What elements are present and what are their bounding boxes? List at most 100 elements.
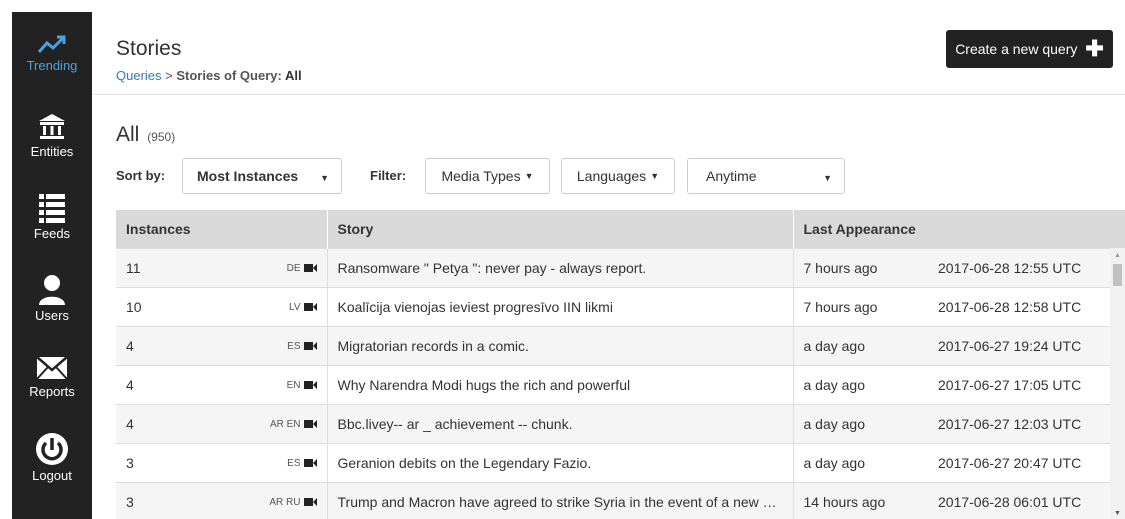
timestamp-cell: 2017-06-28 12:55 UTC [928, 247, 1125, 287]
sidebar-nav: Trending Entities Feeds Users Reports Lo… [12, 12, 92, 519]
caret-down-icon: ▼ [650, 171, 660, 181]
instances-count: 4 [126, 376, 134, 393]
video-camera-icon [303, 303, 317, 311]
time-range-value: Anytime [706, 168, 757, 184]
video-camera-icon [303, 420, 317, 428]
caret-down-icon: ▼ [524, 171, 534, 181]
sidebar-item-logout[interactable]: Logout [12, 432, 92, 483]
time-range-select[interactable]: Anytime ▼ [687, 158, 845, 194]
stories-table: Instances Story Last Appearance 11 DE Rans… [116, 210, 1125, 519]
scroll-down-arrow-icon[interactable]: ▼ [1114, 510, 1121, 517]
table-row[interactable]: 11 DE Ransomware " Petya ": never pay - al… [116, 247, 1125, 287]
instances-count: 4 [126, 415, 134, 432]
timestamp-cell: 2017-06-27 12:03 UTC [928, 403, 1125, 443]
table-scrollbar[interactable]: ▲ ▼ [1110, 248, 1125, 519]
timestamp-cell: 2017-06-27 19:24 UTC [928, 325, 1125, 365]
story-cell[interactable]: Why Narendra Modi hugs the rich and powe… [327, 364, 794, 404]
video-camera-icon [303, 342, 317, 350]
header-last-appearance[interactable]: Last Appearance [793, 210, 1125, 248]
sidebar-item-label: Feeds [33, 226, 71, 241]
chevron-down-icon: ▼ [320, 173, 329, 183]
sidebar-item-feeds[interactable]: Feeds [12, 192, 92, 241]
instances-cell: 11 DE [116, 247, 328, 287]
header-story[interactable]: Story [327, 210, 794, 248]
sidebar-item-label: Entities [30, 144, 74, 159]
languages-badge: AR RU [269, 497, 317, 508]
create-query-button[interactable]: Create a new query ✚ [946, 30, 1113, 68]
breadcrumb-current: All [284, 68, 302, 83]
stories-table-container: Instances Story Last Appearance 11 DE Rans… [116, 210, 1125, 519]
instances-count: 10 [126, 298, 142, 315]
instances-count: 11 [126, 259, 141, 276]
sidebar-item-trending[interactable]: Trending [12, 34, 92, 73]
instances-cell: 4 ES [116, 325, 328, 365]
relative-time-cell: a day ago [793, 442, 928, 482]
language-codes: LV [289, 301, 301, 313]
breadcrumb-queries-link[interactable]: Queries [116, 68, 162, 83]
media-types-dropdown[interactable]: Media Types ▼ [425, 158, 550, 194]
filter-toolbar: Sort by: Most Instances ▼ Filter: Media … [116, 158, 1116, 194]
table-row[interactable]: 3 ES Geranion debits on the Legendary Fazi… [116, 442, 1125, 482]
languages-dropdown[interactable]: Languages ▼ [561, 158, 675, 194]
language-codes: DE [286, 262, 301, 274]
create-query-label: Create a new query [955, 41, 1078, 57]
section-title-text: All [116, 123, 140, 146]
instances-cell: 3 AR RU [116, 481, 328, 519]
instances-cell: 4 EN [116, 364, 328, 404]
language-codes: AR EN [269, 418, 301, 430]
languages-badge: LV [289, 302, 317, 313]
table-row[interactable]: 10 LV Koalīcija vienojas ieviest progresīv… [116, 286, 1125, 326]
timestamp-cell: 2017-06-28 12:58 UTC [928, 286, 1125, 326]
relative-time-cell: 7 hours ago [793, 247, 928, 287]
result-count: (950) [147, 130, 176, 144]
story-cell[interactable]: Bbc.livey-- ar _ achievement -- chunk. [327, 403, 794, 443]
instances-cell: 10 LV [116, 286, 328, 326]
story-cell[interactable]: Trump and Macron have agreed to strike S… [327, 481, 794, 519]
instances-count: 3 [126, 493, 134, 510]
sidebar-item-label: Users [35, 308, 69, 323]
plus-icon: ✚ [1085, 36, 1104, 61]
page-title: Stories [116, 37, 182, 60]
story-cell[interactable]: Migratorian records in a comic. [327, 325, 794, 365]
video-camera-icon [303, 264, 317, 272]
breadcrumb: Queries > Stories of Query: All [116, 68, 302, 83]
filter-label: Filter: [370, 168, 407, 183]
relative-time-cell: a day ago [793, 403, 928, 443]
story-cell[interactable]: Geranion debits on the Legendary Fazio. [327, 442, 794, 482]
relative-time-cell: a day ago [793, 364, 928, 404]
sidebar-item-entities[interactable]: Entities [12, 112, 92, 159]
breadcrumb-separator: > [161, 68, 177, 83]
user-icon [39, 275, 65, 305]
languages-label: Languages [576, 168, 647, 184]
video-camera-icon [303, 381, 317, 389]
scroll-up-arrow-icon[interactable]: ▲ [1114, 252, 1121, 259]
story-cell[interactable]: Ransomware " Petya ": never pay - always… [327, 247, 794, 287]
relative-time-cell: a day ago [793, 325, 928, 365]
timestamp-cell: 2017-06-27 17:05 UTC [928, 364, 1125, 404]
story-cell[interactable]: Koalīcija vienojas ieviest progresīvo II… [327, 286, 794, 326]
instances-count: 4 [126, 337, 134, 354]
languages-badge: ES [287, 340, 317, 352]
language-codes: ES [287, 340, 301, 352]
sidebar-item-reports[interactable]: Reports [12, 354, 92, 399]
chevron-down-icon: ▼ [823, 173, 832, 183]
sort-label: Sort by: [116, 168, 166, 183]
bank-icon [39, 114, 65, 139]
envelope-icon [36, 356, 68, 380]
table-row[interactable]: 3 AR RU Trump and Macron have agreed to st… [116, 481, 1125, 519]
table-row[interactable]: 4 ES Migratorian records in a comic. a day … [116, 325, 1125, 365]
media-types-label: Media Types [441, 168, 521, 184]
table-row[interactable]: 4 EN Why Narendra Modi hugs the rich and p… [116, 364, 1125, 404]
sort-select[interactable]: Most Instances ▼ [182, 158, 342, 194]
sidebar: Trending Entities Feeds Users Reports Lo… [0, 0, 92, 519]
table-row[interactable]: 4 AR EN Bbc.livey-- ar _ achievement -- ch… [116, 403, 1125, 443]
sidebar-item-users[interactable]: Users [12, 274, 92, 323]
sidebar-item-label: Logout [32, 468, 72, 483]
scrollbar-thumb[interactable] [1113, 264, 1122, 286]
header-instances[interactable]: Instances [116, 210, 328, 248]
languages-badge: AR EN [270, 419, 317, 430]
sort-select-value: Most Instances [197, 168, 299, 184]
video-camera-icon [303, 498, 317, 506]
list-icon [39, 194, 65, 223]
power-icon [36, 433, 68, 465]
